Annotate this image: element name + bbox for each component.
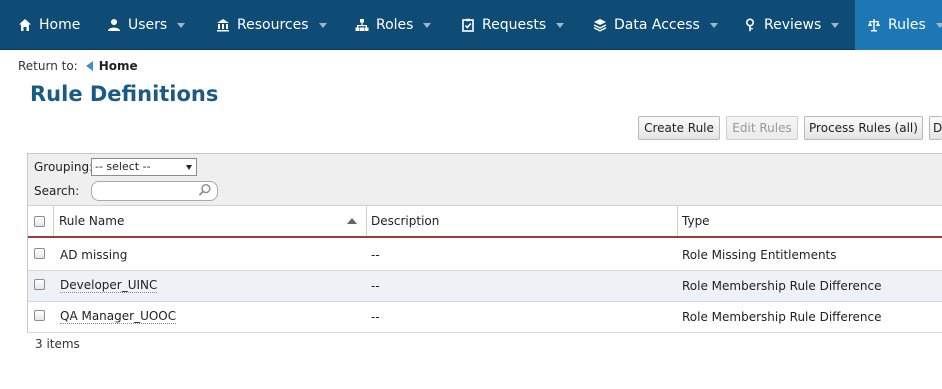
row-checkbox[interactable]	[34, 279, 45, 290]
nav-resources[interactable]: Resources	[216, 0, 327, 50]
table-header: Rule Name Description Type	[28, 206, 942, 238]
chevron-down-icon	[831, 22, 840, 28]
chevron-down-icon	[177, 22, 186, 28]
chevron-down-icon	[318, 22, 327, 28]
nav-rules-label: Rules	[888, 17, 926, 33]
chevron-down-icon	[556, 22, 565, 28]
rules-grid: Grouping: -- select -- Search: Rule Name…	[27, 153, 942, 351]
nav-resources-label: Resources	[237, 17, 309, 33]
column-divider	[366, 206, 367, 236]
nav-data-access-label: Data Access	[614, 17, 700, 33]
rule-type: Role Membership Rule Difference	[682, 279, 882, 293]
data-access-icon	[593, 18, 607, 32]
rule-description: --	[371, 248, 380, 262]
select-all-checkbox[interactable]	[34, 216, 45, 227]
nav-rules[interactable]: Rules	[855, 0, 942, 50]
rule-name[interactable]: Developer_UINC	[60, 279, 158, 293]
create-rule-button[interactable]: Create Rule	[638, 116, 720, 140]
sort-ascending-icon[interactable]	[347, 218, 357, 224]
table-row[interactable]: AD missing -- Role Missing Entitlements	[28, 240, 942, 271]
row-checkbox[interactable]	[34, 310, 45, 321]
breadcrumb-home-link[interactable]: Home	[99, 59, 138, 73]
nav-home[interactable]: Home	[18, 0, 80, 50]
breadcrumb: Return to: Home	[18, 59, 138, 73]
breadcrumb-prefix: Return to:	[18, 59, 78, 73]
column-header-rule-name[interactable]: Rule Name	[59, 206, 124, 236]
column-header-description[interactable]: Description	[371, 206, 439, 236]
home-icon	[18, 18, 32, 32]
nav-users[interactable]: Users	[107, 0, 186, 50]
row-checkbox[interactable]	[34, 248, 45, 259]
rule-description: --	[371, 279, 380, 293]
table-row[interactable]: Developer_UINC -- Role Membership Rule D…	[28, 271, 942, 302]
item-count: 3 items	[35, 337, 80, 351]
users-icon	[107, 18, 121, 32]
chevron-down-icon	[935, 22, 942, 28]
chevron-down-icon	[423, 22, 432, 28]
nav-data-access[interactable]: Data Access	[593, 0, 718, 50]
nav-users-label: Users	[128, 17, 168, 33]
grid-toolbar: Grouping: -- select -- Search:	[28, 154, 942, 206]
reviews-icon	[743, 18, 757, 32]
grouping-label: Grouping:	[34, 160, 94, 174]
column-divider	[53, 206, 54, 236]
edit-rules-button[interactable]: Edit Rules	[726, 116, 798, 140]
rules-icon	[867, 18, 881, 32]
requests-icon	[461, 18, 475, 32]
column-divider	[677, 206, 678, 236]
rule-type: Role Missing Entitlements	[682, 248, 837, 262]
more-actions-button[interactable]: D	[929, 116, 942, 140]
table-row[interactable]: QA Manager_UOOC -- Role Membership Rule …	[28, 302, 942, 333]
rule-name[interactable]: QA Manager_UOOC	[60, 310, 177, 324]
nav-requests[interactable]: Requests	[461, 0, 565, 50]
nav-home-label: Home	[39, 17, 81, 33]
nav-reviews-label: Reviews	[764, 17, 822, 33]
column-header-type[interactable]: Type	[682, 206, 710, 236]
nav-reviews[interactable]: Reviews	[743, 0, 840, 50]
nav-requests-label: Requests	[482, 17, 547, 33]
grouping-select[interactable]: -- select --	[91, 158, 197, 176]
search-label: Search:	[34, 184, 80, 198]
roles-icon	[355, 18, 369, 32]
page-title: Rule Definitions	[30, 82, 219, 106]
grouping-select-value: -- select --	[95, 160, 151, 173]
rule-name[interactable]: AD missing	[60, 248, 127, 262]
chevron-down-icon	[709, 22, 718, 28]
nav-roles-label: Roles	[376, 17, 414, 33]
dropdown-arrow-icon	[186, 165, 192, 170]
resources-icon	[216, 18, 230, 32]
rule-type: Role Membership Rule Difference	[682, 310, 882, 324]
top-navigation: Home Users Resources Roles Requests Data	[0, 0, 942, 50]
search-icon[interactable]	[198, 183, 213, 198]
back-arrow-icon	[85, 61, 93, 71]
nav-roles[interactable]: Roles	[355, 0, 432, 50]
rule-description: --	[371, 310, 380, 324]
process-rules-button[interactable]: Process Rules (all)	[804, 116, 923, 140]
